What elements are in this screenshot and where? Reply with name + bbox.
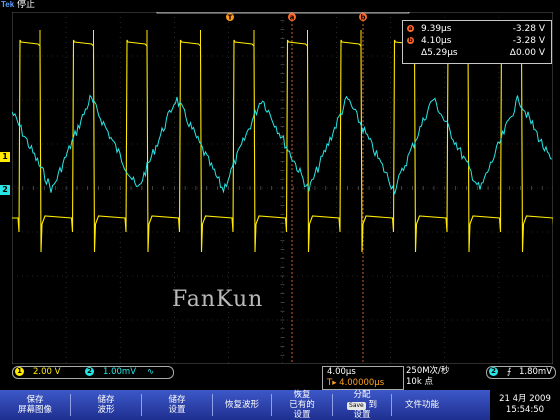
waveform-display[interactable]: Tab (12, 12, 553, 364)
sample-rate: 250M次/秒 (406, 366, 450, 376)
brand-logo: Tek (1, 0, 15, 9)
menu-label: 已有的 (289, 400, 315, 410)
save-icon: Save (347, 402, 366, 410)
cursor-readout: a 9.39µs -3.28 V b 4.10µs -3.28 V Δ5.29µ… (402, 20, 552, 64)
menu-label: 恢复 (293, 390, 311, 400)
acquisition-status: 停止 (17, 0, 36, 10)
menu-label: 储存 (168, 395, 186, 405)
cursor-a-value: -3.28 V (512, 24, 545, 34)
trigger-position: T▸ 4.00000µs (327, 378, 385, 388)
cursor-b-icon: b (407, 37, 414, 44)
cursor-delta-value: Δ0.00 V (509, 48, 545, 58)
menu-label: 设置 (293, 410, 311, 420)
menu-label: 恢复波形 (224, 400, 259, 410)
timebase-value: 4.00µs (327, 367, 356, 377)
cursor-delta-row: Δ5.29µs Δ0.00 V (403, 47, 551, 59)
save-waveform-button[interactable]: 储存 波形 (71, 390, 141, 420)
trigger-source-badge: 2 (489, 367, 498, 376)
menu-label: 文件功能 (404, 400, 439, 410)
menu-label: 分配 (353, 390, 371, 400)
channel-2-scale: 1.00mV (103, 367, 137, 377)
trigger-marker-label: T (228, 14, 233, 22)
bandwidth-limit-icon: ∿ (147, 367, 155, 377)
save-screen-image-button[interactable]: 保存 屏幕图像 (0, 390, 70, 420)
date-time: 21 4月 2009 15:54:50 (490, 390, 560, 420)
assign-save-button[interactable]: 分配 Save 到 设置 (333, 390, 391, 420)
info-bar: 1 2.00 V 2 1.00mV ∿ 4.00µs T▸ 4.00000µs … (0, 364, 560, 390)
watermark-text: FanKun (172, 287, 264, 312)
oscilloscope-graticule: Tab (12, 12, 553, 364)
timebase-box[interactable]: 4.00µs T▸ 4.00000µs (322, 366, 404, 390)
cursor-delta-time: Δ5.29µs (421, 48, 458, 58)
channel-2-badge: 2 (85, 367, 94, 376)
trigger-pill[interactable]: 2 ⨍ 1.80mV (486, 366, 556, 379)
bottom-menu: 保存 屏幕图像 储存 波形 储存 设置 恢复波形 恢复 已有的 设置 分配 Sa… (0, 390, 560, 420)
top-status-bar: Tek 停止 (0, 0, 560, 12)
file-utilities-button[interactable]: 文件功能 (392, 390, 452, 420)
channel-1-badge: 1 (15, 367, 24, 376)
menu-label: 保存 (26, 395, 44, 405)
sample-info: 250M次/秒 10k 点 (404, 366, 468, 388)
menu-label: 波形 (97, 405, 115, 415)
menu-label: 设置 (353, 410, 371, 420)
channel-1-scale: 2.00 V (33, 367, 61, 377)
channel-2-marker[interactable]: 2 (0, 185, 10, 195)
menu-label: 屏幕图像 (17, 405, 52, 415)
cursor-a-icon: a (407, 25, 414, 32)
trigger-slope-icon: ⨍ (507, 367, 512, 377)
record-length: 10k 点 (406, 377, 433, 387)
trigger-marker-label: b (360, 14, 365, 22)
recall-default-setup-button[interactable]: 恢复 已有的 设置 (272, 390, 332, 420)
date-text: 21 4月 2009 (499, 394, 551, 404)
save-setup-button[interactable]: 储存 设置 (142, 390, 212, 420)
trigger-marker-label: a (290, 14, 295, 22)
menu-label: 到 (368, 400, 377, 410)
channel-scale-pill[interactable]: 1 2.00 V 2 1.00mV ∿ (12, 366, 174, 379)
trigger-level: 1.80mV (519, 367, 553, 377)
cursor-b-value: -3.28 V (512, 36, 545, 46)
recall-waveform-button[interactable]: 恢复波形 (213, 390, 271, 420)
cursor-b-time: 4.10µs (421, 36, 452, 46)
cursor-b-row: b 4.10µs -3.28 V (403, 35, 551, 47)
menu-label: 设置 (168, 405, 186, 415)
cursor-a-row: a 9.39µs -3.28 V (403, 23, 551, 35)
menu-label: 储存 (97, 395, 115, 405)
cursor-a-time: 9.39µs (421, 24, 452, 34)
time-text: 15:54:50 (505, 405, 545, 415)
channel-1-marker[interactable]: 1 (0, 152, 10, 162)
